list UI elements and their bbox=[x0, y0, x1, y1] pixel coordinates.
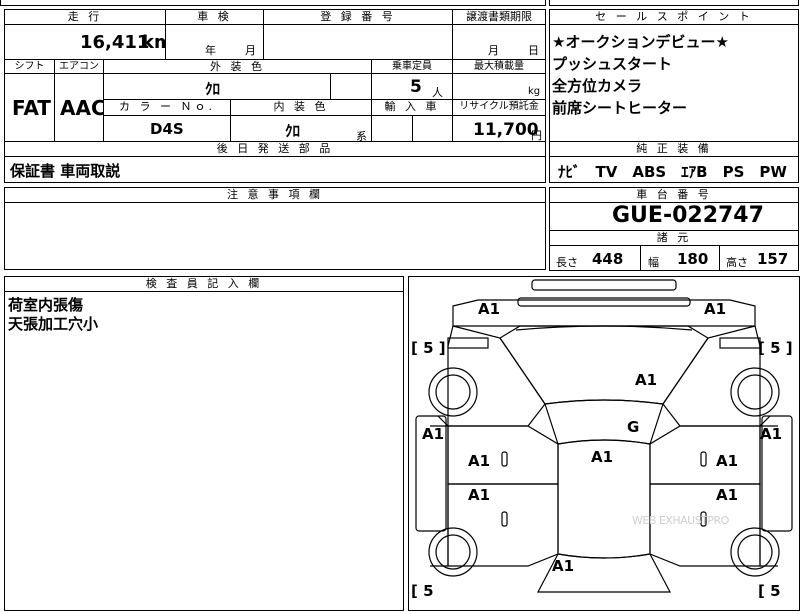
mark-windshield: G bbox=[627, 418, 640, 436]
tire-rear-left: [ 5 bbox=[411, 582, 434, 600]
color-no-value: D4S bbox=[150, 120, 184, 138]
registration-cell bbox=[263, 24, 453, 60]
sales-point-3: 全方位カメラ bbox=[552, 77, 643, 95]
inspector-line-2: 天張加工穴小 bbox=[8, 315, 99, 333]
mark-left-front-door: A1 bbox=[468, 452, 491, 470]
mark-right-rear-door: A1 bbox=[716, 486, 739, 504]
later-parts-label: 後 日 発 送 部 品 bbox=[4, 141, 546, 157]
color-no-label: カ ラ ー Ｎｏ. bbox=[103, 99, 231, 116]
equipment-label: 純 正 装 備 bbox=[549, 141, 799, 157]
shift-value: FAT bbox=[12, 96, 51, 120]
shaken-label: 車 検 bbox=[165, 9, 264, 25]
capacity-label: 乗車定員 bbox=[371, 59, 453, 74]
mark-front-left-corner: A1 bbox=[478, 300, 501, 318]
tire-front-left: [ 5 ] bbox=[411, 339, 446, 357]
equipment-value: ﾅﾋﾞ TV ABS ｴｱB PS PW bbox=[558, 163, 787, 181]
width-label: 幅 bbox=[648, 256, 659, 269]
top-strip-right bbox=[549, 0, 799, 6]
tire-front-right: [ 5 ] bbox=[758, 339, 793, 357]
watermark: WEB EXHAUSTPRO bbox=[632, 514, 729, 527]
mark-roof: A1 bbox=[591, 448, 614, 466]
recycle-value: 11,700 bbox=[473, 120, 539, 140]
max-load-label: 最大積載量 bbox=[452, 59, 546, 74]
mark-front-right-corner: A1 bbox=[704, 300, 727, 318]
later-parts-value: 保証書 車両取説 bbox=[10, 162, 121, 180]
width-value: 180 bbox=[677, 250, 709, 268]
height-label: 高さ bbox=[726, 256, 748, 269]
sales-point-4: 前席シートヒーター bbox=[552, 99, 688, 117]
import-cell bbox=[371, 115, 413, 142]
notes-label: 注 意 事 項 欄 bbox=[4, 187, 546, 203]
ac-value: AAC bbox=[60, 96, 106, 120]
recycle-label: リサイクル預託金 bbox=[452, 99, 546, 116]
exterior-color-label: 外 装 色 bbox=[103, 59, 372, 74]
exterior-color-value: ｸﾛ bbox=[205, 80, 221, 98]
interior-color-value: ｸﾛ bbox=[285, 122, 301, 140]
interior-color-cell bbox=[230, 115, 372, 142]
shaken-year: 年 bbox=[205, 44, 216, 57]
mark-left-fender: A1 bbox=[422, 425, 445, 443]
capacity-value: 5 bbox=[410, 77, 422, 97]
exterior-color-cell-2 bbox=[330, 73, 372, 100]
length-label: 長さ bbox=[556, 256, 578, 269]
notes-cell bbox=[4, 202, 546, 270]
transfer-month: 月 bbox=[488, 44, 499, 57]
sales-point-label: セ ー ル ス ポ イ ン ト bbox=[549, 9, 799, 25]
transfer-deadline-label: 譲渡書類期限 bbox=[452, 9, 546, 25]
mark-right-front-door: A1 bbox=[716, 452, 739, 470]
mark-left-rear-door: A1 bbox=[468, 486, 491, 504]
length-value: 448 bbox=[592, 250, 624, 268]
mileage-label: 走 行 bbox=[4, 9, 166, 25]
shaken-month: 月 bbox=[245, 44, 256, 57]
inspector-label: 検 査 員 記 入 欄 bbox=[4, 276, 404, 292]
max-load-unit: kg bbox=[528, 86, 541, 97]
chassis-value: GUE-022747 bbox=[612, 203, 764, 228]
inspector-cell bbox=[4, 291, 404, 611]
top-strip bbox=[0, 0, 546, 6]
transfer-day: 日 bbox=[528, 44, 539, 57]
mark-rear: A1 bbox=[552, 557, 575, 575]
inspector-line-1: 荷室内張傷 bbox=[8, 296, 84, 314]
mileage-value: 16,411 bbox=[80, 32, 150, 53]
capacity-unit: 人 bbox=[432, 86, 443, 99]
height-value: 157 bbox=[757, 250, 789, 268]
car-diagram bbox=[415, 279, 793, 593]
shift-label: シフト bbox=[4, 59, 55, 74]
sales-point-1: ★オークションデビュー★ bbox=[552, 33, 729, 51]
specs-label: 諸 元 bbox=[549, 230, 799, 246]
tire-rear-right: [ 5 bbox=[758, 582, 781, 600]
sales-point-2: プッシュスタート bbox=[552, 55, 673, 73]
interior-color-label: 内 装 色 bbox=[230, 99, 372, 116]
registration-label: 登 録 番 号 bbox=[263, 9, 453, 25]
mark-hood: A1 bbox=[635, 371, 658, 389]
import-cell-2 bbox=[412, 115, 453, 142]
mark-right-fender: A1 bbox=[760, 425, 783, 443]
import-label: 輸 入 車 bbox=[371, 99, 453, 116]
chassis-label: 車 台 番 号 bbox=[549, 187, 799, 203]
ac-label: エアコン bbox=[54, 59, 104, 74]
